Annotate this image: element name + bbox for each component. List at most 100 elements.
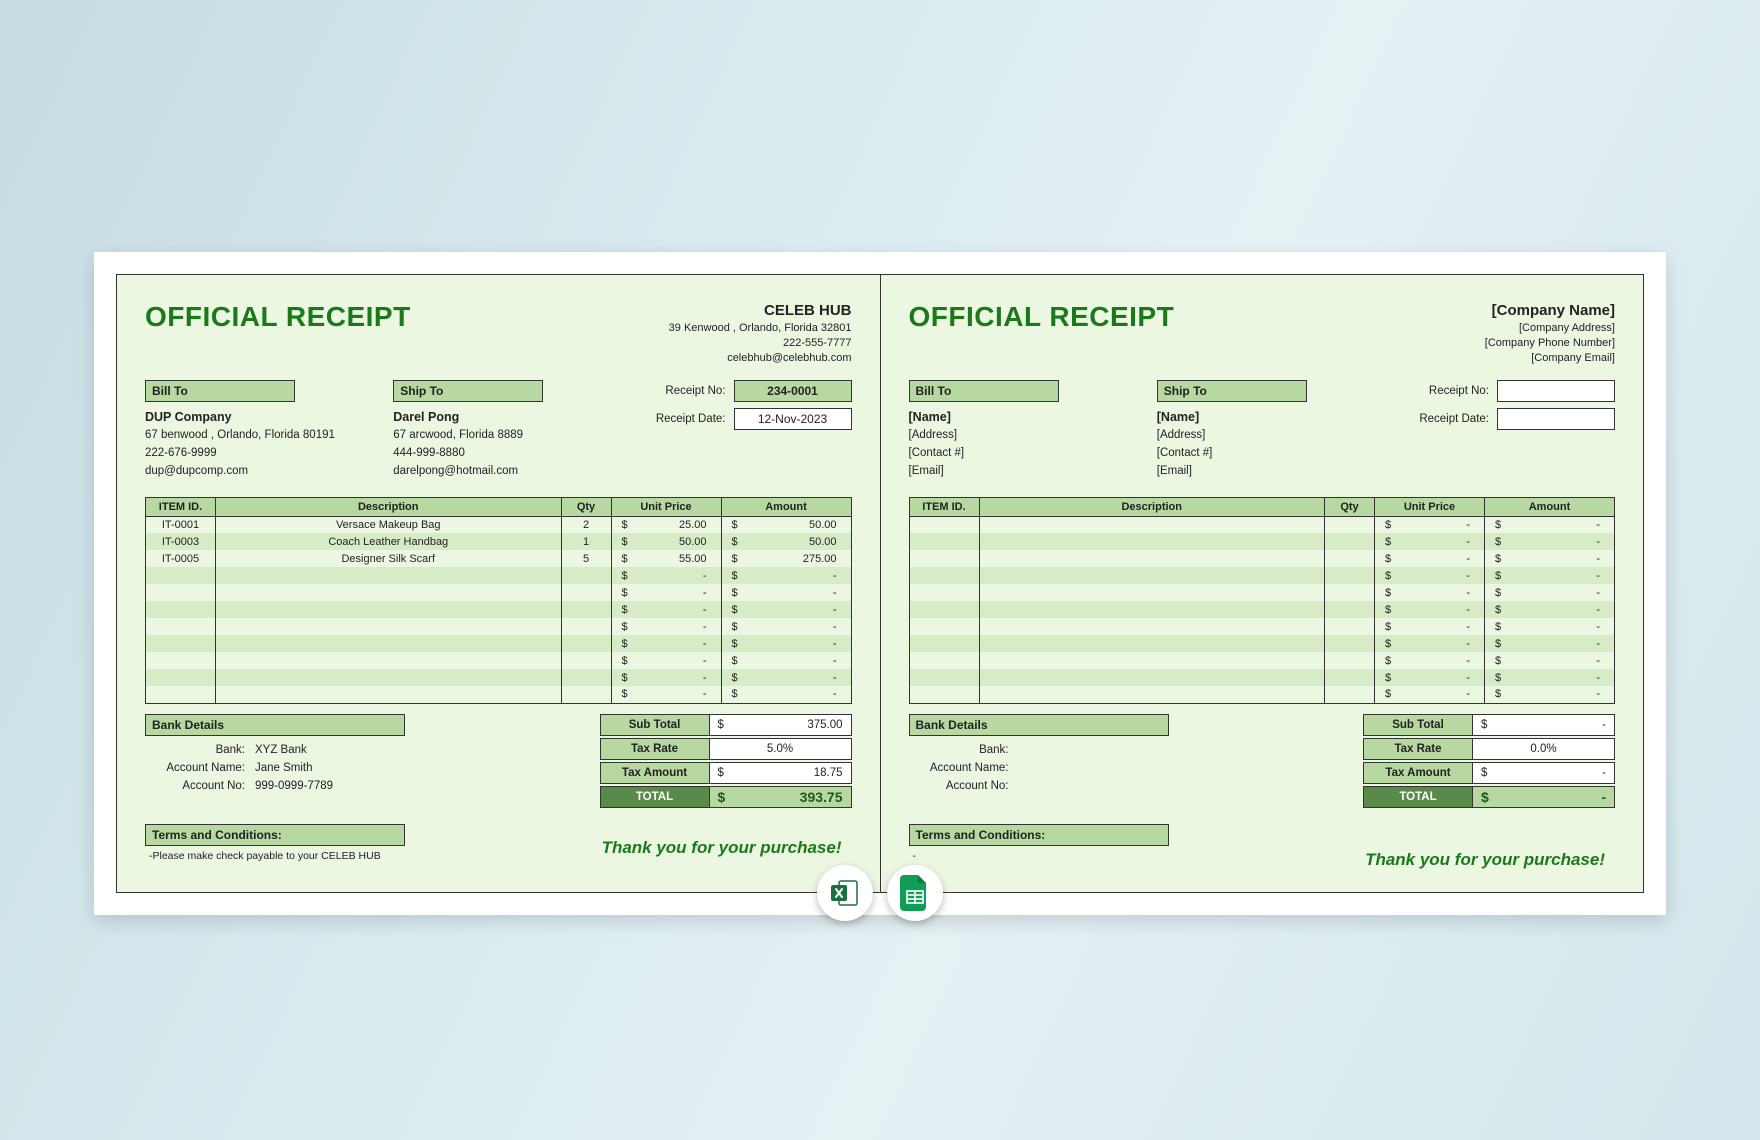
tax-rate-value: 0.0%: [1530, 739, 1556, 759]
table-cell: $50.00: [611, 533, 721, 550]
table-row: IT-0003Coach Leather Handbag1$50.00$50.0…: [146, 533, 852, 550]
table-cell: [979, 635, 1325, 652]
table-cell: [146, 601, 216, 618]
table-row: $-$-: [909, 601, 1615, 618]
total-value: -: [1601, 787, 1606, 807]
ship-to-phone: [Contact #]: [1157, 445, 1381, 463]
table-row: $-$-: [909, 584, 1615, 601]
currency-symbol: $: [1481, 763, 1487, 783]
table-cell: 5: [561, 550, 611, 567]
table-row: $-$-: [909, 669, 1615, 686]
receipt-meta: Receipt No: 234-0001 Receipt Date: 12-No…: [642, 380, 852, 481]
table-cell: [909, 601, 979, 618]
acct-name-label: Account Name:: [145, 762, 255, 774]
bill-to-header: Bill To: [145, 380, 295, 402]
bank-label: Bank:: [145, 744, 255, 756]
table-cell: $-: [611, 601, 721, 618]
table-cell: $-: [721, 669, 851, 686]
table-cell: $-: [1375, 533, 1485, 550]
receipt-no-value: [1497, 380, 1615, 402]
bill-to-name: DUP Company: [145, 408, 369, 427]
table-cell: IT-0005: [146, 550, 216, 567]
receipt-meta: Receipt No: Receipt Date:: [1405, 380, 1615, 481]
items-table: ITEM ID. Description Qty Unit Price Amou…: [909, 497, 1616, 704]
company-address: 39 Kenwood , Orlando, Florida 32801: [669, 321, 852, 336]
acct-no-label: Account No:: [145, 780, 255, 792]
table-cell: [909, 618, 979, 635]
receipt-no-label: Receipt No:: [665, 385, 725, 397]
table-cell: $-: [611, 686, 721, 703]
table-row: $-$-: [146, 618, 852, 635]
receipt-date-value: [1497, 408, 1615, 430]
doc-title: OFFICIAL RECEIPT: [145, 301, 411, 366]
table-row: $-$-: [146, 669, 852, 686]
table-cell: $50.00: [721, 516, 851, 533]
col-item-id: ITEM ID.: [909, 497, 979, 516]
table-cell: $-: [1375, 584, 1485, 601]
table-cell: [1325, 516, 1375, 533]
bill-to-email: [Email]: [909, 463, 1133, 481]
table-cell: [1325, 584, 1375, 601]
table-cell: $-: [1485, 652, 1615, 669]
table-row: $-$-: [146, 635, 852, 652]
table-cell: $-: [611, 652, 721, 669]
bank-details-header: Bank Details: [909, 714, 1169, 736]
company-email: celebhub@celebhub.com: [669, 351, 852, 366]
table-cell: [216, 635, 562, 652]
table-cell: $-: [1375, 686, 1485, 703]
table-cell: [561, 652, 611, 669]
table-cell: [1325, 601, 1375, 618]
ship-to-address: [Address]: [1157, 427, 1381, 445]
table-cell: $-: [721, 635, 851, 652]
table-cell: Designer Silk Scarf: [216, 550, 562, 567]
table-cell: [561, 635, 611, 652]
table-cell: [979, 601, 1325, 618]
table-cell: $-: [721, 567, 851, 584]
ship-to-header: Ship To: [1157, 380, 1307, 402]
tax-amount-value: 18.75: [814, 763, 843, 783]
table-cell: $-: [721, 584, 851, 601]
table-row: $-$-: [909, 533, 1615, 550]
table-cell: [909, 635, 979, 652]
table-cell: 2: [561, 516, 611, 533]
currency-symbol: $: [1481, 715, 1487, 735]
bill-to-block: Bill To [Name] [Address] [Contact #] [Em…: [909, 380, 1133, 481]
table-row: $-$-: [909, 635, 1615, 652]
table-cell: [1325, 652, 1375, 669]
table-cell: [1325, 635, 1375, 652]
table-row: $-$-: [146, 567, 852, 584]
table-row: $-$-: [909, 516, 1615, 533]
table-cell: 1: [561, 533, 611, 550]
table-cell: $275.00: [721, 550, 851, 567]
table-cell: $25.00: [611, 516, 721, 533]
table-cell: [561, 567, 611, 584]
table-cell: $-: [1375, 652, 1485, 669]
table-row: $-$-: [909, 652, 1615, 669]
table-cell: $-: [721, 686, 851, 703]
table-row: $-$-: [146, 601, 852, 618]
table-cell: $-: [1485, 669, 1615, 686]
table-cell: $-: [1375, 669, 1485, 686]
table-cell: [146, 669, 216, 686]
table-cell: [561, 686, 611, 703]
table-cell: [979, 686, 1325, 703]
table-cell: $-: [721, 652, 851, 669]
currency-symbol: $: [1481, 787, 1489, 807]
receipt-date-label: Receipt Date:: [1419, 413, 1489, 425]
bill-to-address: 67 benwood , Orlando, Florida 80191: [145, 427, 369, 445]
company-block: [Company Name] [Company Address] [Compan…: [1485, 301, 1615, 366]
ship-to-name: Darel Pong: [393, 408, 617, 427]
table-cell: $-: [611, 584, 721, 601]
table-cell: $55.00: [611, 550, 721, 567]
table-cell: $-: [1485, 516, 1615, 533]
table-cell: $-: [611, 567, 721, 584]
bank-details-block: Bank Details Bank: Account Name: Account…: [909, 714, 1344, 810]
table-row: $-$-: [909, 686, 1615, 703]
bank-label: Bank:: [909, 744, 1019, 756]
table-cell: [909, 567, 979, 584]
tax-rate-label: Tax Rate: [600, 738, 710, 760]
thank-you-text: Thank you for your purchase!: [909, 850, 1616, 870]
company-email: [Company Email]: [1485, 351, 1615, 366]
table-row: $-$-: [146, 584, 852, 601]
table-row: $-$-: [909, 567, 1615, 584]
